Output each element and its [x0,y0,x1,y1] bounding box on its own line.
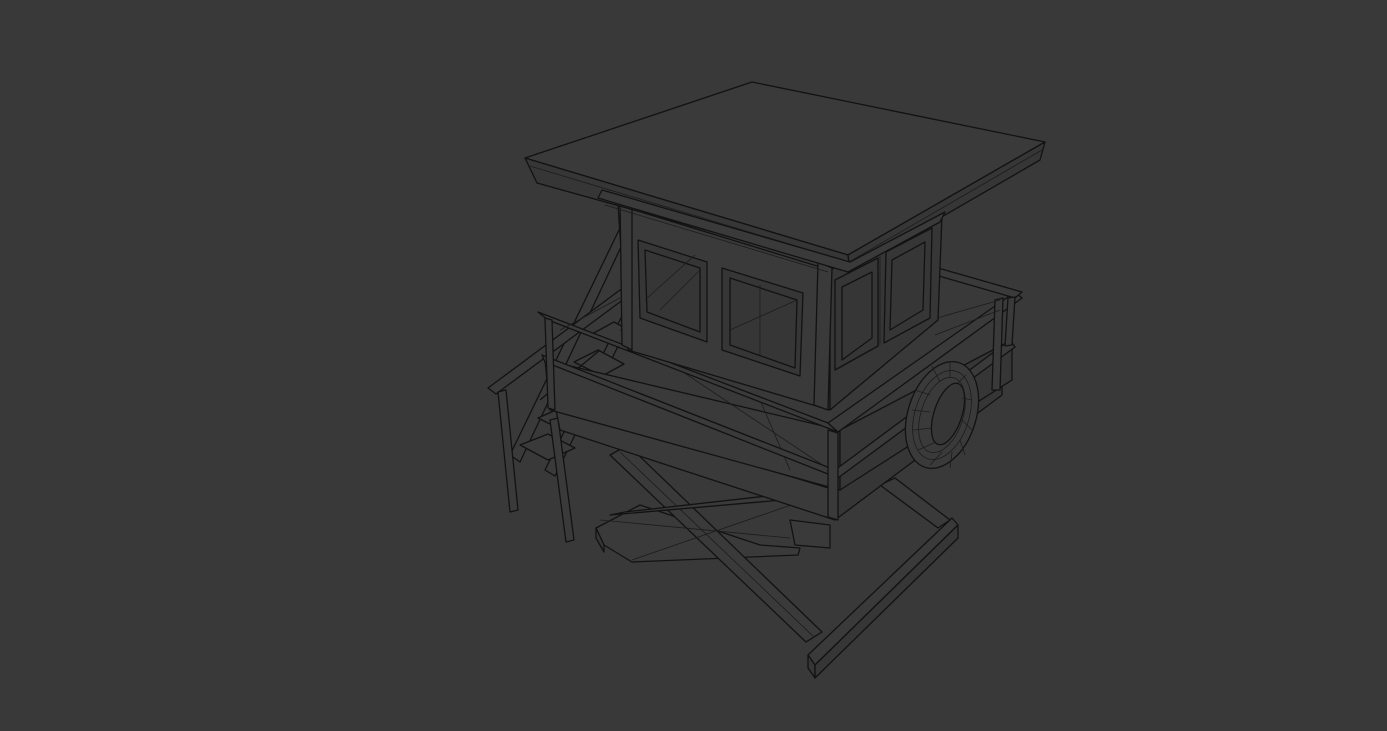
3d-viewport[interactable] [0,0,1387,731]
roof [524,81,1046,273]
wireframe-model [487,81,1046,679]
